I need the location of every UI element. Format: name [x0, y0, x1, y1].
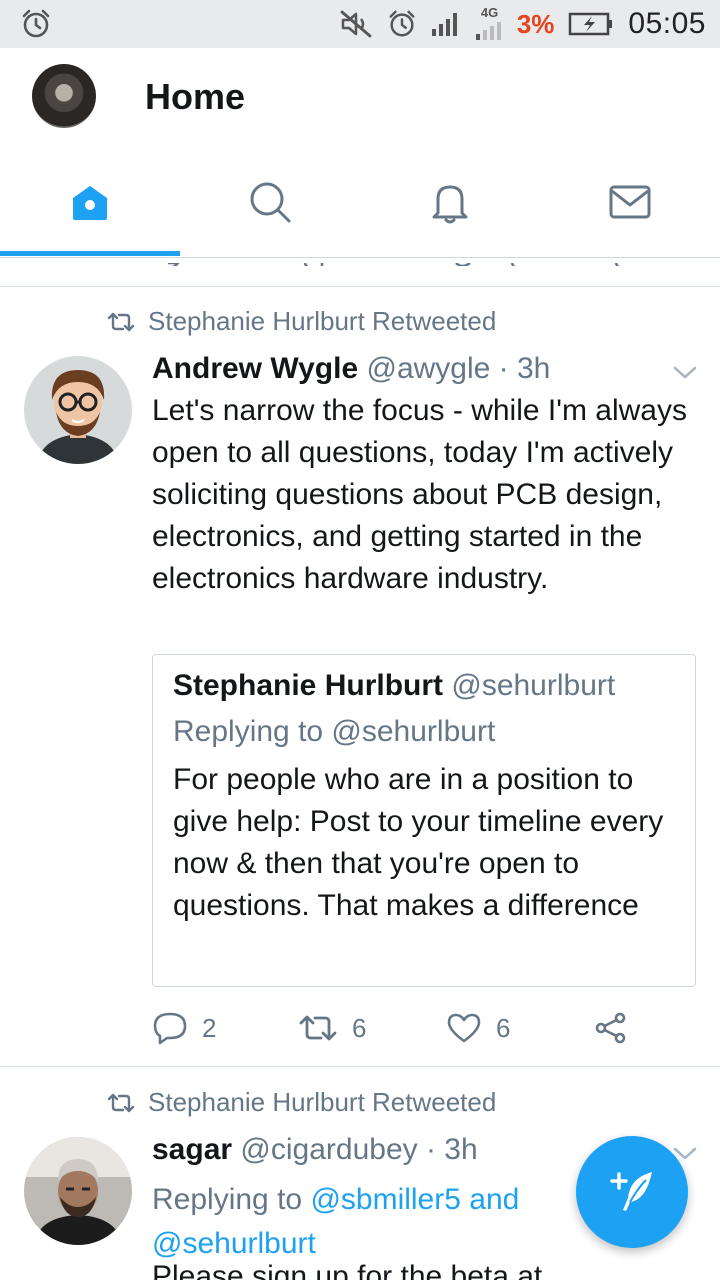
share-icon — [595, 1012, 626, 1044]
author-avatar[interactable] — [24, 1137, 132, 1245]
quoted-replying-to: Replying to @sehurlburt — [173, 715, 496, 748]
heart-icon — [447, 1013, 481, 1043]
bell-icon — [432, 185, 468, 224]
network-4g-indicator: 4G — [473, 5, 503, 41]
tweet-actions: 2 6 6 — [152, 1006, 652, 1050]
author-handle-time: @awygle · 3h — [366, 352, 551, 385]
retweet-icon — [107, 312, 135, 331]
retweet-count: 6 — [352, 1012, 367, 1043]
page-title: Home — [145, 76, 246, 117]
tweet-header: sagar @cigardubey · 3h — [152, 1133, 478, 1167]
author-name[interactable]: sagar — [152, 1133, 232, 1166]
quoted-tweet-header: Stephanie Hurlburt @sehurlburt — [173, 669, 615, 703]
retweet-context-label: Stephanie Hurlburt Retweeted — [148, 1087, 497, 1117]
tab-messages[interactable] — [540, 148, 720, 256]
retweet-icon — [107, 1093, 135, 1112]
author-handle-time: @cigardubey · 3h — [240, 1133, 478, 1166]
signal-icon — [431, 13, 457, 36]
tweet-header: Andrew Wygle @awygle · 3h — [152, 352, 550, 386]
replying-to-label: Replying to — [152, 1183, 311, 1216]
mention-link[interactable]: @sbmiller5 — [310, 1183, 460, 1216]
signal-weak-icon — [475, 22, 501, 40]
retweet-context: Stephanie Hurlburt Retweeted — [106, 1087, 496, 1118]
battery-percentage: 3% — [516, 8, 555, 39]
retweet-button[interactable]: 6 — [298, 1006, 366, 1050]
alarm-clock-icon — [389, 10, 415, 37]
mail-icon — [609, 185, 651, 219]
retweet-context-label: Stephanie Hurlburt Retweeted — [148, 306, 497, 336]
tab-home[interactable] — [0, 148, 180, 256]
reply-button[interactable]: 2 — [152, 1006, 216, 1050]
feather-plus-icon — [610, 1172, 652, 1211]
tweet-text: Let's narrow the focus - while I'm alway… — [152, 394, 687, 595]
clock: 05:05 — [628, 7, 706, 40]
tweet-text: Please sign up for the beta at — [152, 1260, 543, 1280]
divider — [0, 286, 720, 287]
reply-count: 2 — [202, 1012, 217, 1043]
mention-link[interactable]: @sehurlburt — [152, 1227, 316, 1260]
like-button[interactable]: 6 — [446, 1006, 510, 1050]
quoted-tweet-text: For people who are in a position to give… — [173, 763, 664, 922]
reply-icon — [153, 1012, 187, 1045]
like-count: 6 — [496, 1012, 511, 1043]
app-header: Home — [0, 48, 720, 148]
author-name[interactable]: Andrew Wygle — [152, 352, 358, 385]
mention-join-text: and — [460, 1183, 520, 1216]
previous-tweet-actions-peek — [0, 258, 720, 266]
retweet-icon — [299, 1015, 337, 1041]
tab-bar — [0, 148, 720, 258]
divider — [0, 1066, 720, 1067]
search-icon — [250, 182, 291, 223]
battery-charging-icon — [569, 12, 613, 36]
status-bar: 4G 3% 05:05 — [0, 0, 720, 48]
quoted-tweet[interactable]: Stephanie Hurlburt @sehurlburt Replying … — [152, 654, 696, 987]
tab-notifications[interactable] — [360, 148, 540, 256]
tab-search[interactable] — [180, 148, 360, 256]
quoted-author-handle: @sehurlburt — [451, 669, 616, 702]
chevron-down-icon[interactable] — [670, 360, 700, 384]
compose-tweet-button[interactable] — [576, 1136, 688, 1248]
replying-to: Replying to @sbmiller5 and @sehurlburt — [152, 1178, 572, 1266]
author-avatar[interactable] — [24, 356, 132, 464]
share-button[interactable] — [594, 1006, 642, 1050]
home-icon — [73, 186, 107, 220]
alarm-clock-icon — [22, 9, 50, 38]
mute-icon — [340, 10, 372, 38]
profile-avatar[interactable] — [32, 64, 96, 128]
retweet-context: Stephanie Hurlburt Retweeted — [106, 306, 496, 337]
quoted-author-name: Stephanie Hurlburt — [173, 669, 444, 702]
network-type-label: 4G — [480, 5, 499, 20]
